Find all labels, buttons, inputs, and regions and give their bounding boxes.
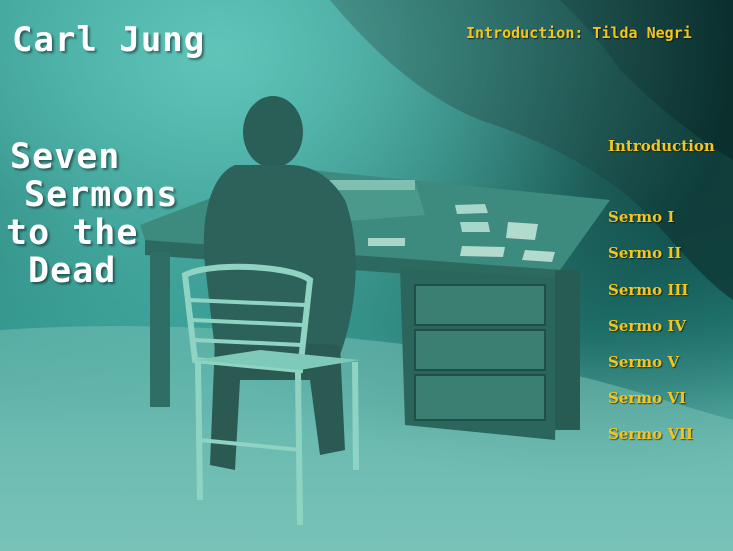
nav-link-sermo-1[interactable]: Sermo I: [608, 208, 674, 226]
work-title-line: Dead: [28, 251, 117, 291]
work-title: Seven Sermons to the Dead: [6, 138, 179, 290]
nav-link-sermo-7[interactable]: Sermo VII: [608, 425, 693, 443]
nav-link-sermo-4[interactable]: Sermo IV: [608, 317, 686, 335]
author-name: Carl Jung: [12, 20, 206, 60]
work-title-line: Seven: [10, 137, 121, 177]
nav-link-introduction[interactable]: Introduction: [608, 137, 715, 155]
page: Carl Jung Seven Sermons to the Dead Intr…: [0, 0, 733, 551]
nav-link-sermo-3[interactable]: Sermo III: [608, 281, 688, 299]
nav-link-sermo-5[interactable]: Sermo V: [608, 353, 679, 371]
work-title-line: Sermons: [24, 175, 179, 215]
introduction-credit: Introduction: Tilda Negri: [466, 24, 692, 42]
work-title-line: to the: [6, 213, 139, 253]
nav-link-sermo-6[interactable]: Sermo VI: [608, 389, 686, 407]
nav-link-sermo-2[interactable]: Sermo II: [608, 244, 681, 262]
